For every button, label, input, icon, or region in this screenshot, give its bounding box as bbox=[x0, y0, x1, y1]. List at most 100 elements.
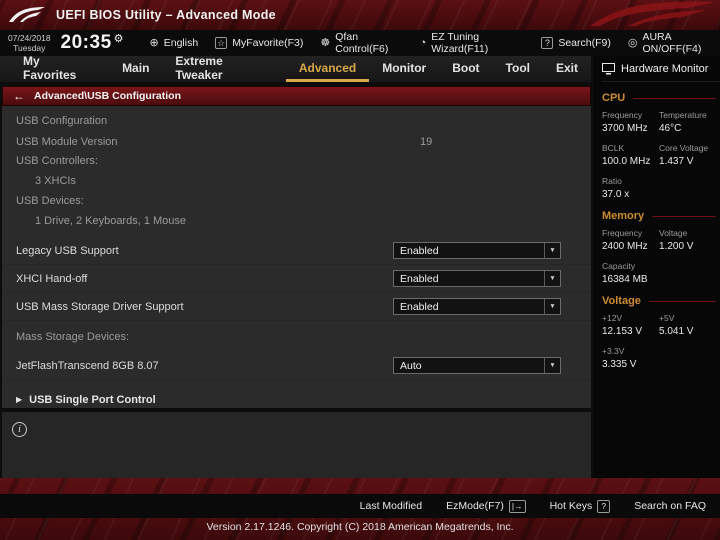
hw-reading-value: 100.0 MHz bbox=[602, 156, 651, 167]
hw-reading-value: 37.0 x bbox=[602, 189, 630, 200]
chevron-down-icon: ▼ bbox=[544, 358, 560, 373]
usb-configuration-panel: USB Configuration USB Module Version 19 USB… bbox=[2, 106, 591, 414]
tab-tool[interactable]: Tool bbox=[493, 56, 543, 82]
tab-my-favorites[interactable]: My Favorites bbox=[10, 54, 109, 82]
tab-advanced[interactable]: Advanced bbox=[285, 56, 370, 82]
ezmode-switch-icon: |→ bbox=[508, 499, 526, 513]
version-text: Version 2.17.1246. Copyright (C) 2018 Am… bbox=[206, 521, 514, 533]
dropdown-selected-value: Enabled bbox=[400, 300, 439, 313]
toolbar-item-english[interactable]: ⊕ English bbox=[150, 37, 199, 49]
dropdown-xhci-hand-off[interactable]: Enabled ▼ bbox=[393, 270, 561, 287]
hw-section-memory: Memory Frequency 2400 MHz Voltage 1.200 V Cap… bbox=[602, 210, 720, 285]
hw-reading-cpu-bclk: BCLK 100.0 MHz bbox=[602, 143, 659, 167]
info-icon: i bbox=[12, 422, 27, 437]
toolbar-item-myfavorite[interactable]: ☆ MyFavorite(F3) bbox=[215, 37, 303, 49]
setting-value: 19 bbox=[420, 135, 433, 148]
toolbar-item-label: English bbox=[163, 37, 199, 49]
wizard-icon: ◔ bbox=[419, 37, 427, 49]
hot-keys-button[interactable]: Hot Keys ? bbox=[549, 499, 611, 513]
clock-settings-gear-icon[interactable]: ⚙ bbox=[114, 32, 124, 45]
hw-reading-value: 1.200 V bbox=[659, 241, 694, 252]
rog-logo-icon bbox=[9, 7, 45, 22]
hw-reading-value: 5.041 V bbox=[659, 326, 694, 337]
dropdown-usb-mass-storage-driver-support[interactable]: Enabled ▼ bbox=[393, 298, 561, 315]
setting-row-jetflashtranscend-8gb-8-07[interactable]: JetFlashTranscend 8GB 8.07 Auto ▼ bbox=[2, 352, 591, 380]
rog-eye-watermark-icon bbox=[590, 1, 716, 26]
tab-monitor[interactable]: Monitor bbox=[369, 56, 439, 82]
hw-reading-label: BCLK bbox=[602, 143, 625, 153]
app-title: UEFI BIOS Utility – Advanced Mode bbox=[56, 8, 276, 22]
setting-row-legacy-usb-support[interactable]: Legacy USB Support Enabled ▼ bbox=[2, 237, 591, 265]
toolbar-item-qfan[interactable]: ☸ Qfan Control(F6) bbox=[320, 31, 402, 55]
setting-label: XHCI Hand-off bbox=[16, 272, 88, 285]
toolbar-item-label: MyFavorite(F3) bbox=[232, 37, 304, 49]
chevron-down-icon: ▼ bbox=[544, 271, 560, 286]
dropdown-legacy-usb-support[interactable]: Enabled ▼ bbox=[393, 242, 561, 259]
toolbar-item-ez-tuning[interactable]: ◔ EZ Tuning Wizard(F11) bbox=[420, 31, 525, 55]
setting-label: USB Configuration bbox=[16, 115, 108, 127]
back-arrow-icon[interactable]: ← bbox=[13, 89, 25, 103]
question-icon: ? bbox=[541, 37, 554, 49]
toolbar-item-label: Qfan Control(F6) bbox=[335, 31, 389, 55]
hw-section-title: CPU bbox=[602, 92, 626, 104]
setting-row-usb-devices: USB Devices: bbox=[2, 191, 591, 210]
search-on-faq-button[interactable]: Search on FAQ bbox=[634, 500, 706, 512]
hardware-monitor-sidebar: Hardware Monitor CPU Frequency 3700 MHz Tem… bbox=[593, 56, 720, 478]
aura-icon: ◎ bbox=[627, 37, 638, 49]
hw-reading-label: Frequency bbox=[602, 228, 643, 238]
bios-screen: UEFI BIOS Utility – Advanced Mode 07/24/… bbox=[0, 0, 720, 540]
globe-icon: ⊕ bbox=[149, 37, 159, 49]
breadcrumb: ← Advanced\USB Configuration bbox=[2, 86, 591, 106]
hardware-monitor-header: Hardware Monitor bbox=[602, 56, 720, 82]
hw-reading-cpu-core-voltage: Core Voltage 1.437 V bbox=[659, 143, 720, 167]
setting-row-mass-storage-devices: Mass Storage Devices: bbox=[2, 327, 591, 346]
section-divider bbox=[648, 300, 716, 302]
hw-reading-voltage-3-3v: +3.3V 3.335 V bbox=[602, 346, 659, 370]
chevron-down-icon: ▼ bbox=[544, 243, 560, 258]
hw-reading-voltage-5v: +5V 5.041 V bbox=[659, 313, 720, 337]
hw-reading-value: 16384 MB bbox=[602, 274, 648, 285]
setting-label: 3 XHCIs bbox=[35, 174, 76, 187]
dropdown-jetflashtranscend-8gb-8-07[interactable]: Auto ▼ bbox=[393, 357, 561, 374]
hw-reading-label: +12V bbox=[602, 313, 623, 323]
setting-row-usb-configuration: USB Configuration bbox=[2, 110, 591, 132]
setting-row-xhci-hand-off[interactable]: XHCI Hand-off Enabled ▼ bbox=[2, 265, 591, 293]
hw-reading-memory-frequency: Frequency 2400 MHz bbox=[602, 228, 659, 252]
hw-section-title: Memory bbox=[602, 210, 645, 222]
hardware-monitor-sections: CPU Frequency 3700 MHz Temperature 46°C BCLK 1… bbox=[602, 92, 720, 370]
last-modified-label: Last Modified bbox=[359, 500, 423, 512]
toolbar-item-label: Search(F9) bbox=[558, 37, 611, 49]
toolbar-item-aura[interactable]: ◎ AURA ON/OFF(F4) bbox=[628, 31, 720, 55]
submenu-arrow-icon: ▶ bbox=[16, 395, 23, 404]
search-on-faq-label: Search on FAQ bbox=[634, 500, 706, 512]
tab-extreme-tweaker[interactable]: Extreme Tweaker bbox=[162, 54, 285, 82]
hot-keys-label: Hot Keys bbox=[549, 500, 593, 512]
hw-reading-label: Temperature bbox=[659, 110, 707, 120]
hw-reading-cpu-temperature: Temperature 46°C bbox=[659, 110, 720, 134]
setting-row-usb-module-version: USB Module Version 19 bbox=[2, 132, 591, 151]
hw-reading-voltage-12v: +12V 12.153 V bbox=[602, 313, 659, 337]
tab-main[interactable]: Main bbox=[109, 56, 162, 82]
setting-label: Mass Storage Devices: bbox=[16, 330, 130, 343]
dropdown-selected-value: Enabled bbox=[400, 244, 439, 257]
time-display: 20:35 bbox=[60, 32, 112, 53]
tab-boot[interactable]: Boot bbox=[439, 56, 492, 82]
hw-reading-value: 3700 MHz bbox=[602, 123, 648, 134]
hw-reading-memory-voltage: Voltage 1.200 V bbox=[659, 228, 720, 252]
toolbar-item-search[interactable]: ? Search(F9) bbox=[541, 37, 611, 49]
hw-reading-label: Voltage bbox=[659, 228, 688, 238]
setting-row-1-drive-2-keyboards-1-mouse: 1 Drive, 2 Keyboards, 1 Mouse bbox=[2, 210, 591, 231]
tab-exit[interactable]: Exit bbox=[543, 56, 591, 82]
setting-label: USB Single Port Control bbox=[29, 393, 156, 406]
hw-reading-memory-capacity: Capacity 16384 MB bbox=[602, 261, 659, 285]
ezmode-button[interactable]: EzMode(F7) |→ bbox=[446, 499, 526, 513]
setting-row-usb-mass-storage-driver-support[interactable]: USB Mass Storage Driver Support Enabled ▼ bbox=[2, 293, 591, 321]
ezmode-label: EzMode(F7) bbox=[446, 500, 504, 512]
hw-reading-label: Capacity bbox=[602, 261, 636, 271]
last-modified-button[interactable]: Last Modified bbox=[360, 500, 422, 512]
setting-label: Legacy USB Support bbox=[16, 244, 119, 257]
breadcrumb-path: Advanced\USB Configuration bbox=[34, 90, 182, 102]
hw-reading-label: +3.3V bbox=[602, 346, 625, 356]
monitor-icon bbox=[602, 62, 615, 74]
setting-label: USB Controllers: bbox=[16, 154, 98, 167]
